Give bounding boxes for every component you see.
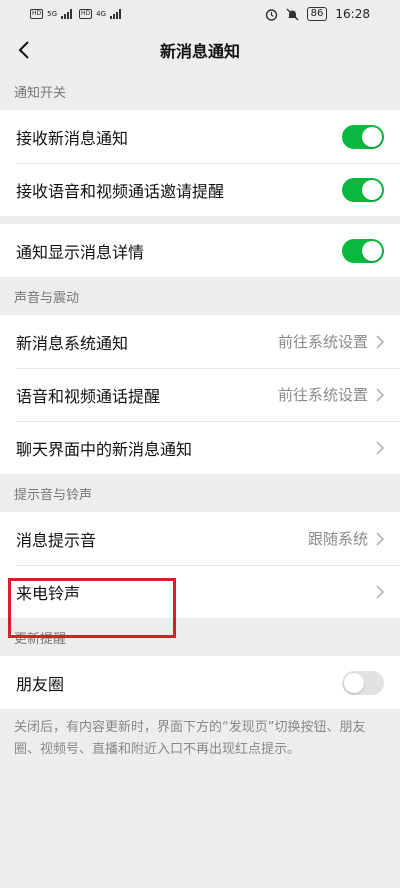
chevron-right-icon	[376, 531, 384, 546]
toggle-moments[interactable]	[342, 670, 384, 695]
status-left: HD 5G HD 4G	[30, 9, 124, 19]
toggle-knob	[362, 240, 382, 261]
section-header-sound-vibration: 声音与震动	[14, 290, 80, 306]
mute-bell-icon	[286, 8, 299, 20]
toggle-call-invite-reminder[interactable]	[342, 177, 384, 202]
row-right: 前往系统设置	[278, 331, 384, 352]
signal-icon-2	[110, 9, 122, 19]
page-title: 新消息通知	[159, 42, 240, 61]
row-label: 接收语音和视频通话邀请提醒	[16, 181, 225, 201]
row-message-tone[interactable]: 消息提示音 跟随系统	[0, 512, 400, 565]
chevron-right-icon	[376, 584, 384, 599]
row-value: 前往系统设置	[277, 333, 368, 351]
nav-bar: 新消息通知	[0, 28, 400, 72]
chevron-right-icon	[376, 334, 384, 349]
row-label: 语音和视频通话提醒	[16, 386, 161, 406]
row-label: 新消息系统通知	[16, 333, 129, 353]
back-button[interactable]	[10, 36, 38, 64]
row-moments[interactable]: 朋友圈	[0, 656, 400, 709]
status-bar: HD 5G HD 4G 86 16:28	[0, 0, 400, 28]
card-notify-switch: 接收新消息通知 接收语音和视频通话邀请提醒	[0, 110, 400, 216]
row-label: 聊天界面中的新消息通知	[16, 439, 193, 459]
hd-badge: HD	[30, 9, 44, 19]
row-right: 前往系统设置	[278, 384, 384, 405]
card-notify-detail: 通知显示消息详情	[0, 224, 400, 277]
section-header-updates: 更新提醒	[14, 631, 67, 647]
toggle-receive-new-message[interactable]	[342, 124, 384, 149]
row-value: 跟随系统	[307, 530, 368, 548]
row-right	[376, 440, 384, 455]
chevron-left-icon	[18, 41, 29, 59]
card-sound-vibration: 新消息系统通知 前往系统设置 语音和视频通话提醒 前往系统设置 聊天界面中的新消…	[0, 315, 400, 474]
row-right: 跟随系统	[308, 528, 384, 549]
toggle-show-message-detail[interactable]	[342, 238, 384, 263]
card-tone-ringtone: 消息提示音 跟随系统 来电铃声	[0, 512, 400, 618]
alarm-icon	[265, 8, 277, 21]
battery-indicator: 86	[306, 7, 328, 21]
row-call-reminder[interactable]: 语音和视频通话提醒 前往系统设置	[0, 368, 400, 421]
toggle-knob	[362, 126, 382, 147]
4g-indicator: 4G	[96, 10, 107, 18]
row-label: 来电铃声	[16, 583, 81, 603]
row-label: 朋友圈	[16, 674, 65, 694]
row-right	[376, 584, 384, 599]
status-time: 16:28	[335, 7, 370, 21]
hd-badge-2: HD	[79, 9, 93, 19]
row-label: 通知显示消息详情	[16, 242, 145, 262]
chevron-right-icon	[376, 387, 384, 402]
row-label: 消息提示音	[16, 530, 97, 550]
updates-note: 关闭后，有内容更新时，界面下方的“发现页”切换按钮、朋友圈、视频号、直播和附近入…	[14, 720, 366, 757]
card-updates: 朋友圈	[0, 656, 400, 709]
toggle-knob	[344, 672, 364, 693]
row-receive-new-message[interactable]: 接收新消息通知	[0, 110, 400, 163]
toggle-knob	[362, 179, 382, 200]
5g-indicator: 5G	[47, 10, 58, 18]
signal-icon	[61, 9, 73, 19]
row-show-message-detail[interactable]: 通知显示消息详情	[0, 224, 400, 277]
section-header-tone-ringtone: 提示音与铃声	[14, 487, 93, 503]
row-call-ringtone[interactable]: 来电铃声	[0, 565, 400, 618]
row-system-notification[interactable]: 新消息系统通知 前往系统设置	[0, 315, 400, 368]
status-right: 86 16:28	[265, 7, 370, 21]
chevron-right-icon	[376, 440, 384, 455]
row-value: 前往系统设置	[277, 386, 368, 404]
row-label: 接收新消息通知	[16, 128, 129, 148]
row-call-invite-reminder[interactable]: 接收语音和视频通话邀请提醒	[0, 163, 400, 216]
section-header-notify-switch: 通知开关	[14, 85, 67, 101]
row-chat-new-message-notify[interactable]: 聊天界面中的新消息通知	[0, 421, 400, 474]
